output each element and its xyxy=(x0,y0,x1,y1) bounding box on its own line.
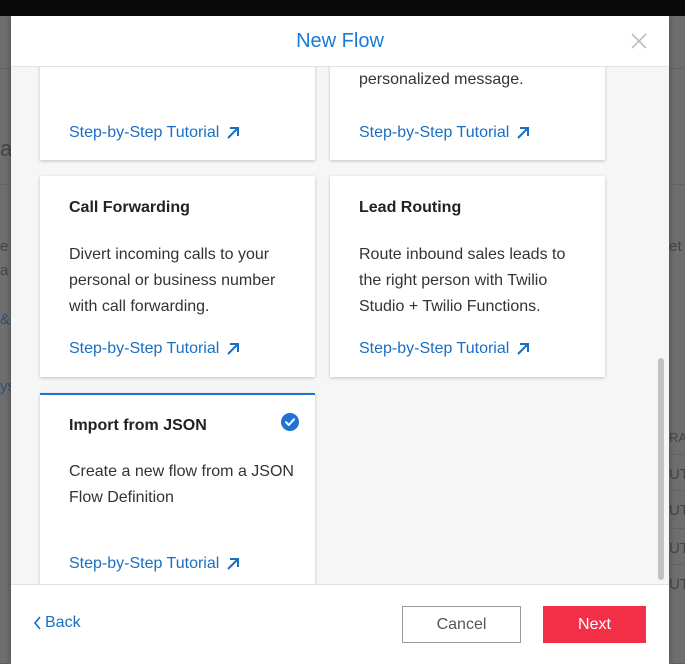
card-description: Create a new flow from a JSON Flow Defin… xyxy=(69,463,294,506)
background-divider xyxy=(669,564,685,565)
back-button[interactable]: Back xyxy=(33,614,81,632)
card-description: personalized message. xyxy=(359,71,524,88)
external-arrow-icon xyxy=(227,558,240,570)
template-card-import-json[interactable]: Import from JSON Create a new flow from … xyxy=(40,393,315,584)
card-description: Divert incoming calls to your personal o… xyxy=(69,246,276,315)
template-card[interactable]: personalized message. Step-by-Step Tutor… xyxy=(330,67,605,160)
template-card-call-forwarding[interactable]: Call Forwarding Divert incoming calls to… xyxy=(40,176,315,377)
card-title: Lead Routing xyxy=(359,199,462,216)
tutorial-link-label: Step-by-Step Tutorial xyxy=(359,124,510,141)
card-title: Import from JSON xyxy=(69,417,207,434)
background-divider xyxy=(0,184,11,185)
card-description: Route inbound sales leads to the right p… xyxy=(359,246,566,315)
tutorial-link[interactable]: Step-by-Step Tutorial xyxy=(69,124,241,142)
tutorial-link-label: Step-by-Step Tutorial xyxy=(359,340,510,357)
modal-footer: Back Cancel Next xyxy=(11,584,669,664)
external-arrow-icon xyxy=(227,343,240,355)
modal-title: New Flow xyxy=(296,30,384,52)
background-link-fragment: & xyxy=(0,311,11,328)
background-top-bar xyxy=(0,0,685,16)
background-column-fragment: RAT xyxy=(669,430,685,445)
scrollbar-thumb[interactable] xyxy=(658,358,664,580)
template-card[interactable]: Step-by-Step Tutorial xyxy=(40,67,315,160)
tutorial-link[interactable]: Step-by-Step Tutorial xyxy=(69,340,241,358)
cancel-button[interactable]: Cancel xyxy=(402,606,521,643)
modal-header: New Flow xyxy=(11,16,669,67)
external-arrow-icon xyxy=(517,127,530,139)
external-arrow-icon xyxy=(227,127,240,139)
back-label: Back xyxy=(45,614,81,631)
tutorial-link-label: Step-by-Step Tutorial xyxy=(69,340,220,357)
template-list[interactable]: Step-by-Step Tutorial personalized messa… xyxy=(11,67,669,584)
tutorial-link[interactable]: Step-by-Step Tutorial xyxy=(69,555,241,573)
background-cell-fragment: UTO xyxy=(669,576,685,593)
background-divider xyxy=(669,528,685,529)
card-title: Call Forwarding xyxy=(69,199,190,216)
template-card-lead-routing[interactable]: Lead Routing Route inbound sales leads t… xyxy=(330,176,605,377)
tutorial-link-label: Step-by-Step Tutorial xyxy=(69,124,220,141)
background-divider xyxy=(669,68,685,69)
tutorial-link[interactable]: Step-by-Step Tutorial xyxy=(359,340,531,358)
background-text-fragment: et s xyxy=(669,238,685,255)
new-flow-modal: New Flow Step-by-Step Tutorial personali… xyxy=(11,16,669,664)
close-icon[interactable] xyxy=(629,31,649,51)
next-button[interactable]: Next xyxy=(543,606,646,643)
background-cell-fragment: UTO xyxy=(669,502,685,519)
background-divider xyxy=(669,454,685,455)
chevron-left-icon xyxy=(33,616,41,630)
background-text-fragment: a xyxy=(0,262,9,279)
background-cell-fragment: UTO xyxy=(669,540,685,557)
check-circle-icon xyxy=(281,413,299,431)
background-cell-fragment: UTO xyxy=(669,466,685,483)
external-arrow-icon xyxy=(517,343,530,355)
background-divider xyxy=(669,490,685,491)
background-divider xyxy=(0,68,11,69)
tutorial-link[interactable]: Step-by-Step Tutorial xyxy=(359,124,531,142)
tutorial-link-label: Step-by-Step Tutorial xyxy=(69,555,220,572)
background-text-fragment: e xyxy=(0,238,9,255)
background-divider xyxy=(669,184,685,185)
